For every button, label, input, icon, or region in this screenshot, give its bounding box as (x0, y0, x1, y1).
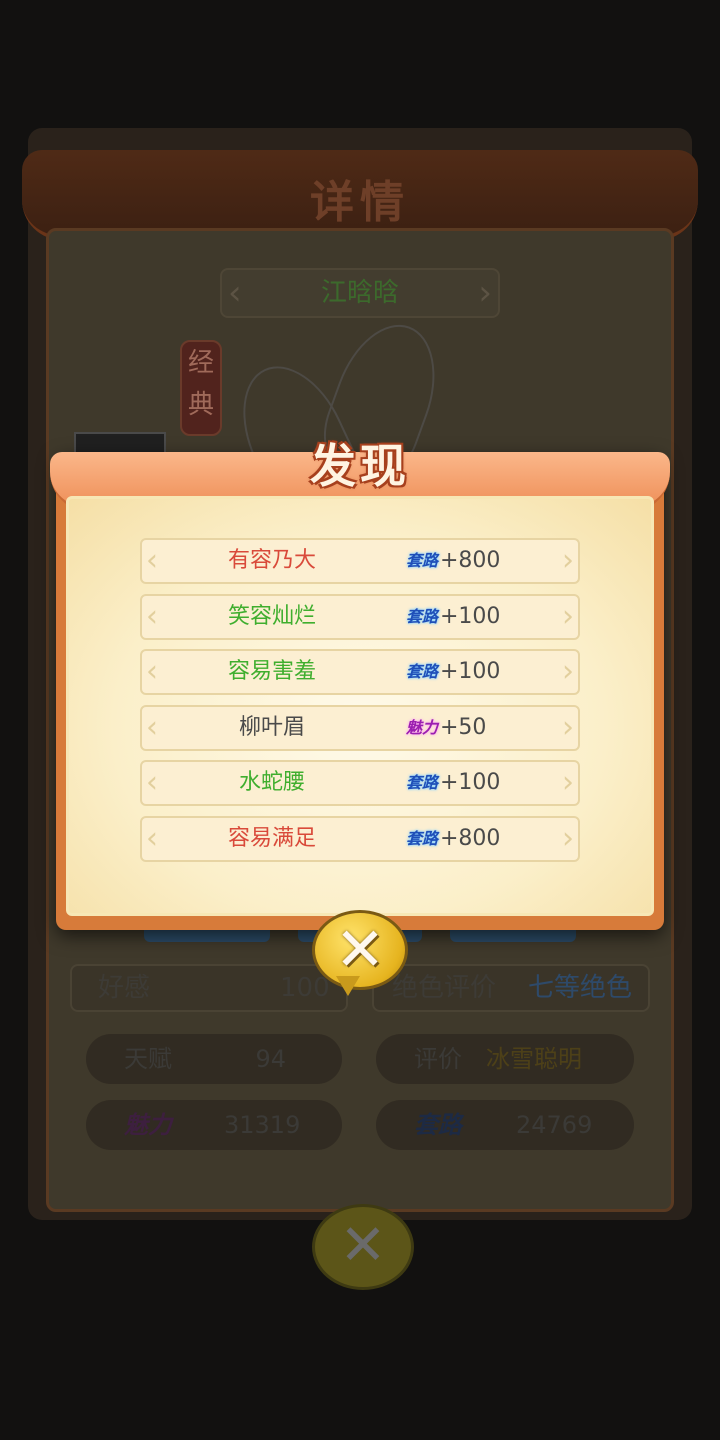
chevron-right-icon: › (562, 821, 574, 856)
stat-value: +100 (440, 603, 501, 629)
stat-badge: 套路 (406, 551, 439, 570)
chevron-left-icon: ‹ (146, 709, 158, 745)
chevron-right-icon[interactable]: › (478, 270, 492, 316)
stat-badge: 套路 (406, 773, 439, 793)
detail-title: 详情 (310, 177, 410, 228)
favor-row: 好感 100 (70, 964, 348, 1012)
chevron-left-icon: ‹ (146, 821, 158, 856)
discovery-item: ‹ 容易害羞 套路 +100 › (140, 649, 580, 696)
stat-value: +800 (440, 826, 501, 851)
trait-name: 容易满足 (227, 826, 316, 851)
routine-label: 套路 (414, 1111, 462, 1139)
trait-name: 有容乃大 (227, 548, 316, 573)
beauty-value: 七等绝色 (528, 973, 633, 1003)
stat-value: +100 (440, 770, 501, 796)
stat-value: +50 (440, 714, 487, 740)
talent-stat: 天赋 94 (86, 1034, 342, 1084)
discovery-item: ‹ 有容乃大 套路 +800 › (140, 538, 580, 584)
stat-badge: 套路 (406, 606, 439, 626)
discovery-item: ‹ 笑容灿烂 套路 +100 › (140, 593, 580, 640)
chevron-right-icon: › (562, 765, 574, 801)
trait-name: 笑容灿烂 (227, 603, 316, 629)
trait-name: 容易害羞 (227, 659, 316, 685)
charm-label: 魅力 (124, 1111, 172, 1139)
rating-label: 评价 (414, 1045, 462, 1073)
rating-value: 冰雪聪明 (486, 1045, 582, 1073)
favor-label: 好感 (98, 973, 151, 1003)
detail-close-button[interactable]: ✕ (312, 1204, 414, 1290)
chevron-right-icon: › (562, 709, 574, 745)
chevron-left-icon: ‹ (146, 765, 158, 801)
stat-badge: 套路 (406, 829, 439, 848)
modal-title: 发现 (310, 439, 410, 493)
chevron-left-icon[interactable]: ‹ (228, 270, 242, 316)
trait-name: 水蛇腰 (238, 770, 305, 796)
charm-stat: 魅力 31319 (86, 1100, 342, 1150)
discovery-item: ‹ 水蛇腰 套路 +100 › (140, 760, 580, 807)
chevron-left-icon: ‹ (146, 598, 158, 634)
chevron-right-icon: › (562, 543, 574, 578)
chevron-left-icon: ‹ (146, 543, 158, 578)
stat-value: +800 (440, 548, 501, 573)
chevron-right-icon: › (562, 598, 574, 634)
modal-close-button[interactable]: ✕ (312, 910, 408, 998)
talent-label: 天赋 (124, 1045, 172, 1073)
stat-value: +100 (440, 659, 501, 685)
routine-stat: 套路 24769 (376, 1100, 634, 1150)
stat-badge: 魅力 (406, 717, 439, 737)
chevron-right-icon: › (562, 654, 574, 690)
character-name: 江晗晗 (320, 278, 399, 308)
close-icon: ✕ (334, 915, 386, 985)
rating-stat: 评价 冰雪聪明 (376, 1034, 634, 1084)
trait-name: 柳叶眉 (238, 714, 305, 740)
beauty-row: 绝色评价 七等绝色 (372, 964, 650, 1012)
classic-tag: 经典 (180, 340, 222, 436)
talent-value: 94 (255, 1045, 286, 1073)
chevron-left-icon: ‹ (146, 654, 158, 690)
character-name-bar[interactable]: ‹ 江晗晗 › (220, 268, 500, 318)
discovery-item: ‹ 柳叶眉 魅力 +50 › (140, 704, 580, 751)
stat-badge: 套路 (406, 662, 439, 682)
routine-value: 24769 (516, 1111, 593, 1139)
charm-value: 31319 (224, 1111, 301, 1139)
discovery-item: ‹ 容易满足 套路 +800 › (140, 816, 580, 862)
close-icon: ✕ (339, 1213, 387, 1278)
